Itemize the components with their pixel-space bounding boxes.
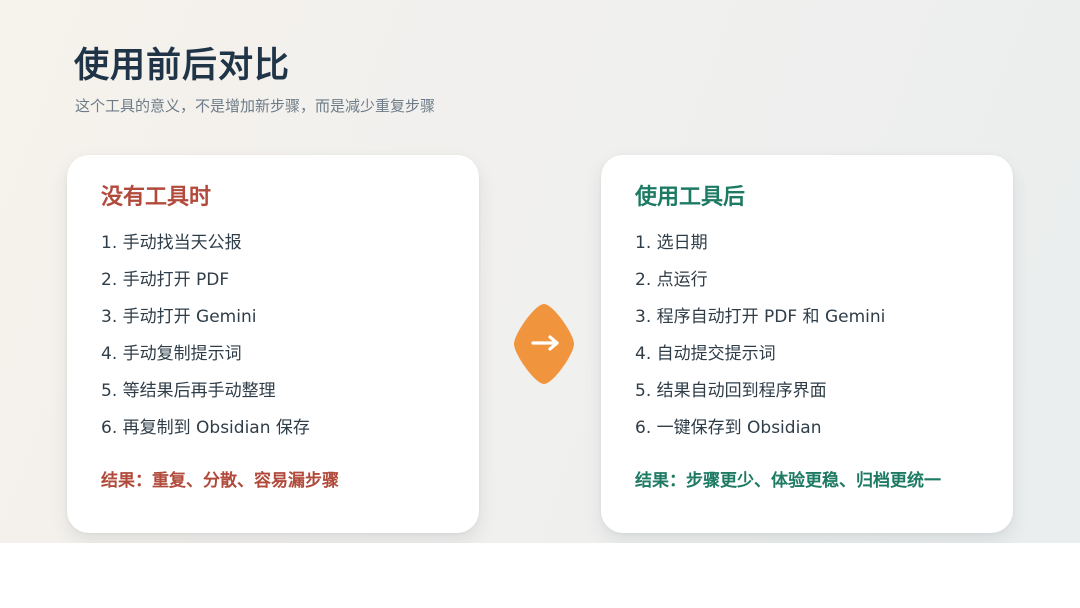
list-item: 2. 手动打开 PDF bbox=[101, 270, 230, 290]
before-result: 结果：重复、分散、容易漏步骤 bbox=[101, 471, 339, 491]
after-steps-list: 1. 选日期 2. 点运行 3. 程序自动打开 PDF 和 Gemini 4. … bbox=[635, 229, 885, 451]
list-item: 1. 手动找当天公报 bbox=[101, 233, 242, 253]
list-item: 6. 再复制到 Obsidian 保存 bbox=[101, 418, 310, 438]
before-card: 没有工具时 1. 手动找当天公报 2. 手动打开 PDF 3. 手动打开 Gem… bbox=[67, 155, 479, 533]
list-item: 6. 一键保存到 Obsidian bbox=[635, 418, 822, 438]
list-item: 3. 手动打开 Gemini bbox=[101, 307, 257, 327]
list-item: 3. 程序自动打开 PDF 和 Gemini bbox=[635, 307, 886, 327]
before-steps-list: 1. 手动找当天公报 2. 手动打开 PDF 3. 手动打开 Gemini 4.… bbox=[101, 229, 310, 451]
arrow-right-icon bbox=[514, 304, 574, 384]
arrow-badge bbox=[513, 302, 575, 386]
list-item: 1. 选日期 bbox=[635, 233, 708, 253]
list-item: 5. 等结果后再手动整理 bbox=[101, 381, 276, 401]
list-item: 2. 点运行 bbox=[635, 270, 708, 290]
list-item: 4. 自动提交提示词 bbox=[635, 344, 776, 364]
before-heading: 没有工具时 bbox=[101, 185, 212, 210]
after-heading: 使用工具后 bbox=[635, 185, 746, 210]
slide: 使用前后对比 这个工具的意义，不是增加新步骤，而是减少重复步骤 没有工具时 1.… bbox=[0, 0, 1080, 543]
list-item: 4. 手动复制提示词 bbox=[101, 344, 242, 364]
after-card: 使用工具后 1. 选日期 2. 点运行 3. 程序自动打开 PDF 和 Gemi… bbox=[601, 155, 1013, 533]
list-item: 5. 结果自动回到程序界面 bbox=[635, 381, 827, 401]
after-result: 结果：步骤更少、体验更稳、归档更统一 bbox=[635, 471, 941, 491]
page-title: 使用前后对比 bbox=[74, 46, 291, 86]
page-subtitle: 这个工具的意义，不是增加新步骤，而是减少重复步骤 bbox=[75, 97, 436, 115]
